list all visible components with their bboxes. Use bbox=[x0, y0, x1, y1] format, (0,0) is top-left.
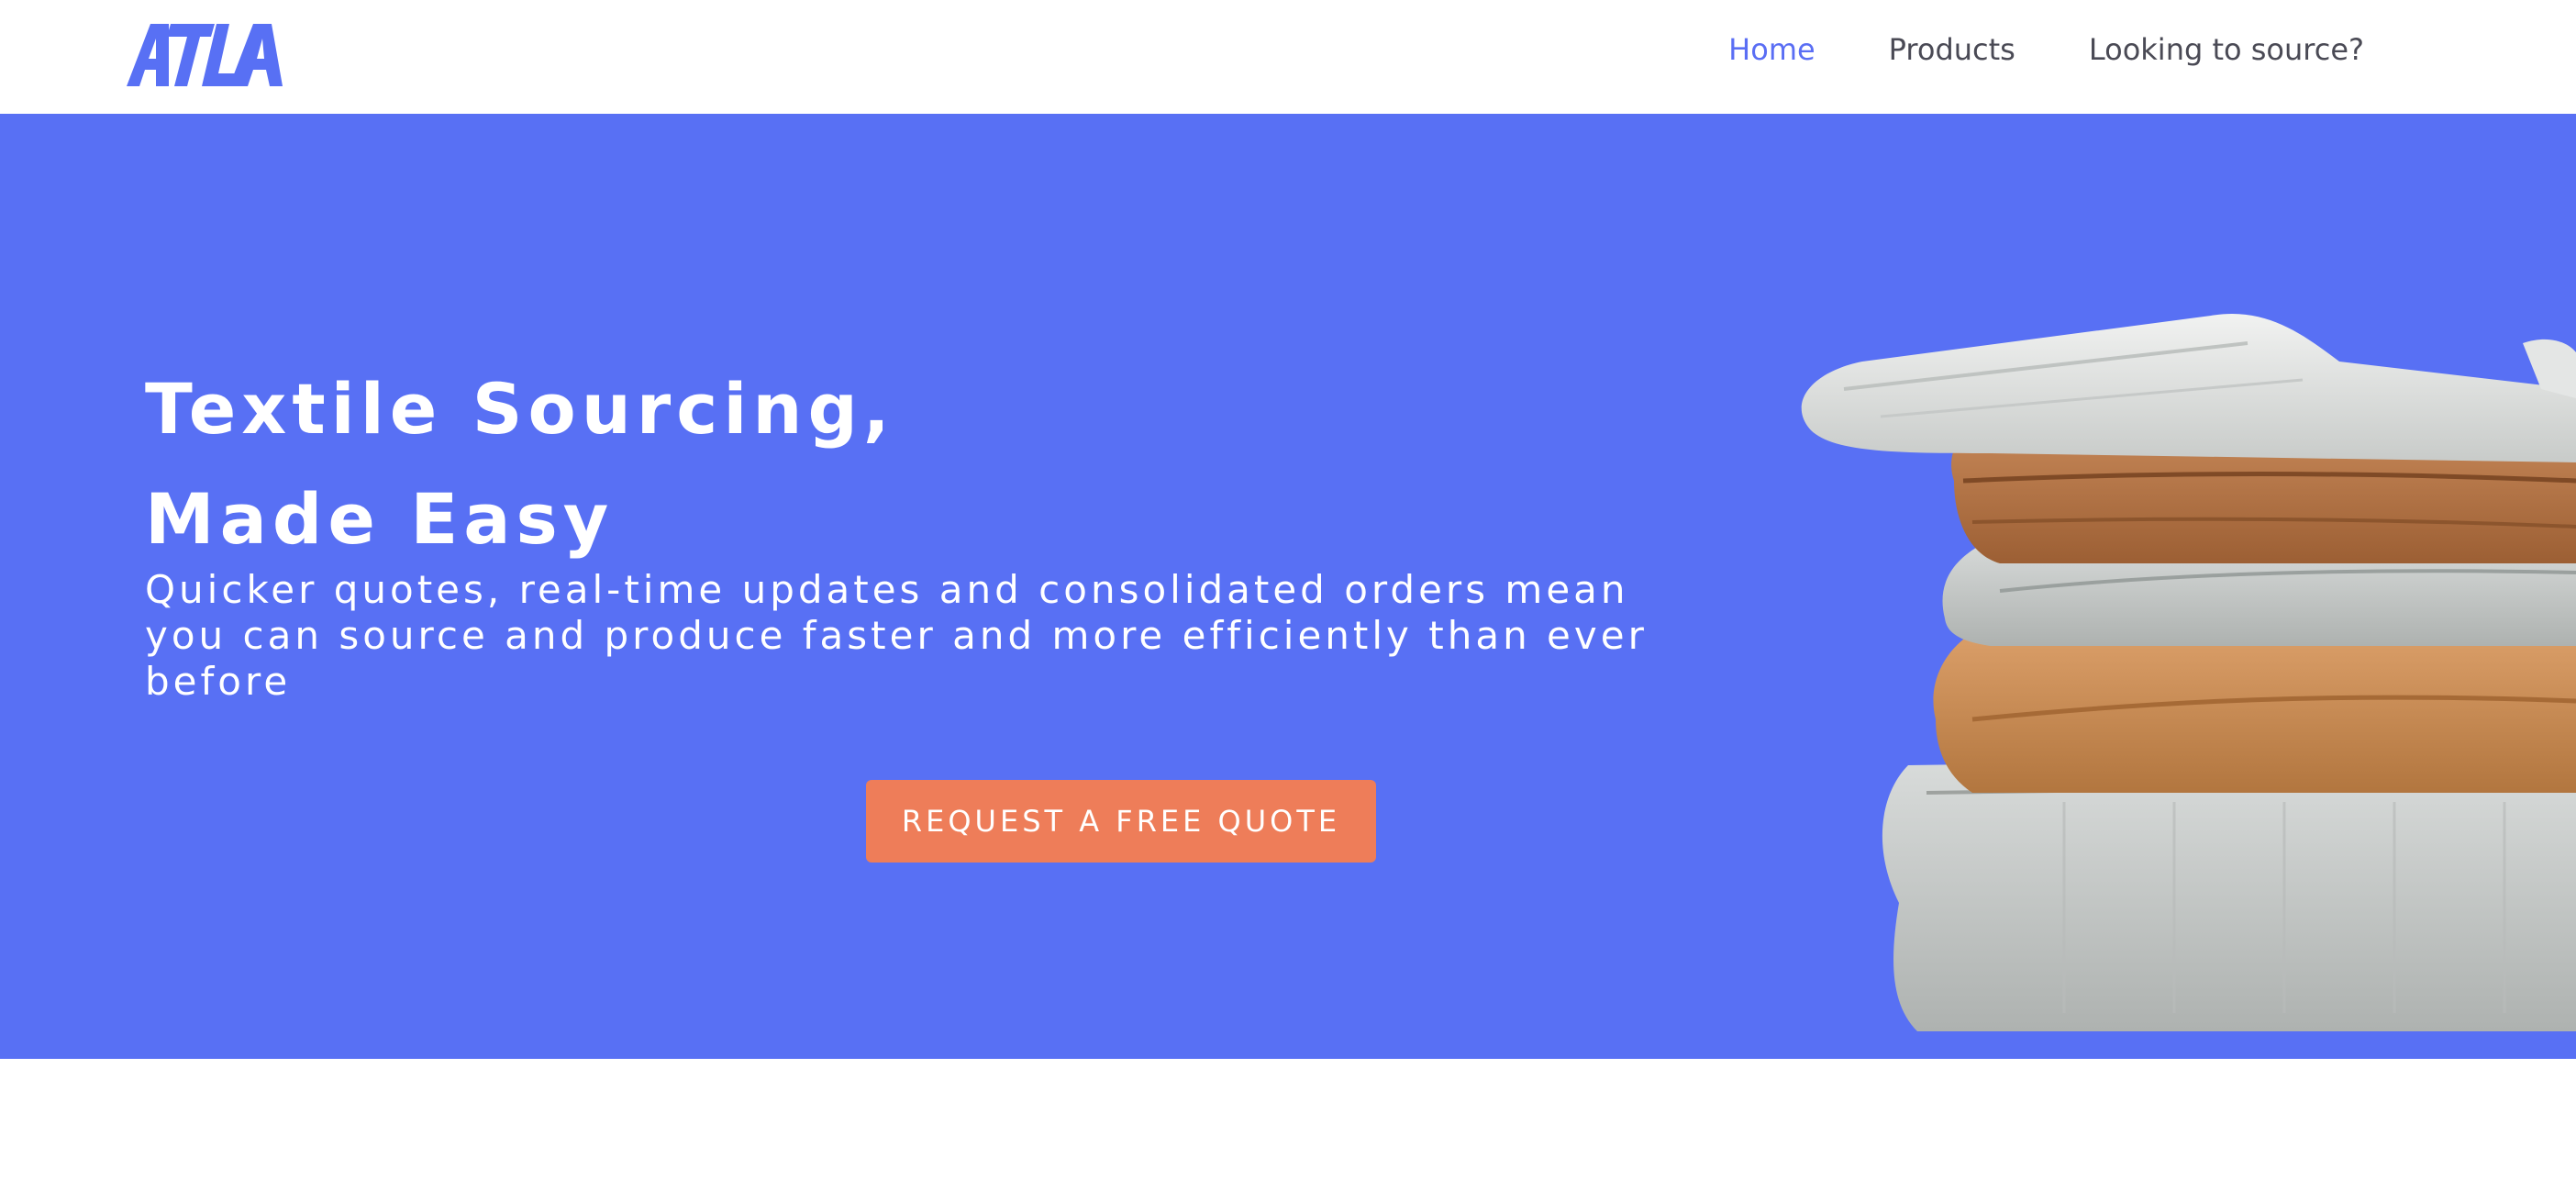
hero-subtitle: Quicker quotes, real-time updates and co… bbox=[145, 567, 1648, 704]
hero-title: Textile Sourcing, Made Easy bbox=[145, 354, 895, 574]
hero-banner: Textile Sourcing, Made Easy Quicker quot… bbox=[0, 114, 2576, 1059]
hero-title-line-1: Textile Sourcing, bbox=[145, 368, 895, 450]
nav-products-link[interactable]: Products bbox=[1889, 32, 2015, 67]
request-quote-button[interactable]: REQUEST A FREE QUOTE bbox=[866, 780, 1376, 863]
main-nav: Home Products Looking to source? bbox=[1728, 28, 2364, 72]
page: Home Products Looking to source? Textile… bbox=[0, 0, 2576, 1202]
folded-linens-image bbox=[1801, 314, 2576, 1031]
site-header: Home Products Looking to source? bbox=[0, 0, 2576, 114]
nav-home-link[interactable]: Home bbox=[1728, 32, 1815, 67]
atla-logo[interactable] bbox=[127, 24, 283, 86]
hero-title-line-2: Made Easy bbox=[145, 478, 615, 560]
nav-looking-to-source-link[interactable]: Looking to source? bbox=[2089, 32, 2364, 67]
